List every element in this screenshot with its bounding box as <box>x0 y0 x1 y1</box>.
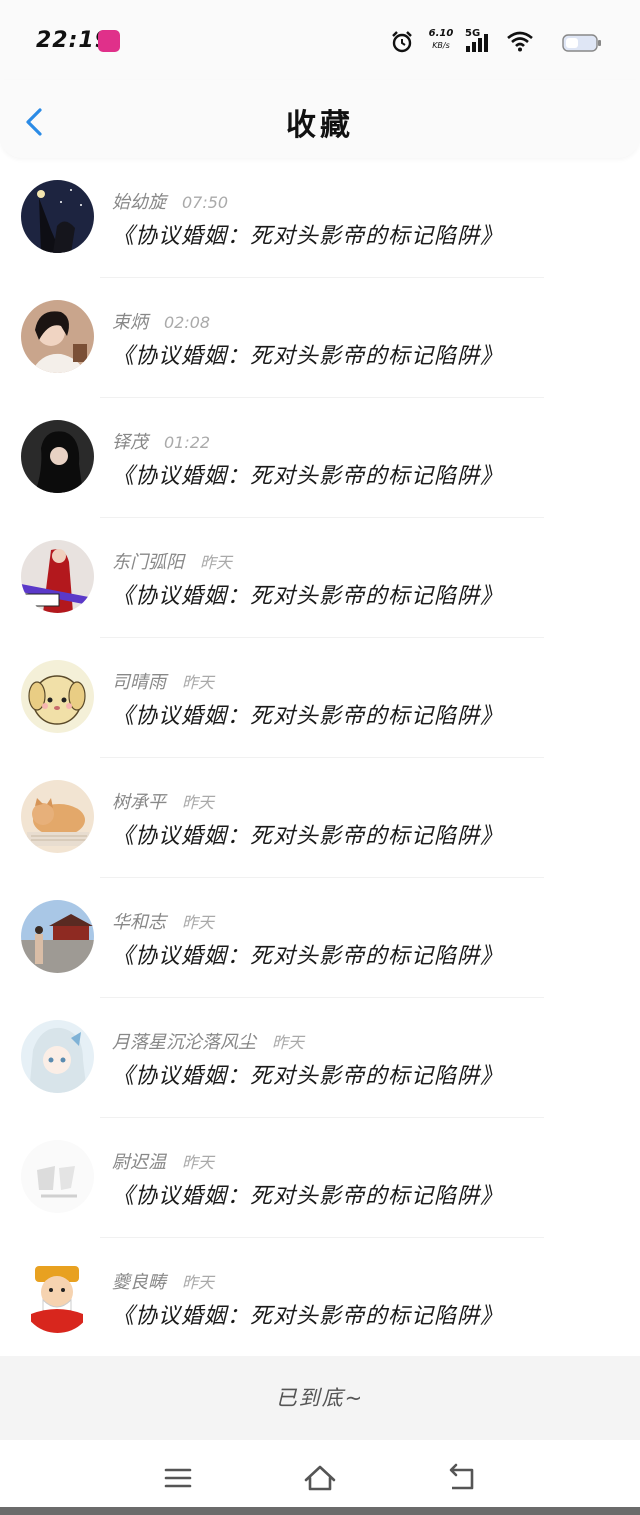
alarm-icon <box>392 31 412 53</box>
timestamp: 02:08 <box>164 313 211 332</box>
avatar <box>21 900 94 973</box>
meta-row: 月落星沉沦落风尘 昨天 <box>112 1028 305 1053</box>
list-item[interactable]: 司晴雨 昨天 《协议婚姻：死对头影帝的标记陷阱》 <box>0 638 640 758</box>
network-type: 5G <box>465 28 480 39</box>
book-title: 《协议婚姻：死对头影帝的标记陷阱》 <box>112 824 504 849</box>
sleeping-cat-icon <box>21 780 94 853</box>
list-item[interactable]: 月落星沉沦落风尘 昨天 《协议婚姻：死对头影帝的标记陷阱》 <box>0 998 640 1118</box>
nav-bar: 收藏 <box>0 80 640 158</box>
user-name: 月落星沉沦落风尘 <box>112 1032 256 1053</box>
list-item[interactable]: 树承平 昨天 《协议婚姻：死对头影帝的标记陷阱》 <box>0 758 640 878</box>
status-bar: 22:19 6.10 KB/s 5G <box>0 0 640 80</box>
avatar <box>21 1140 94 1213</box>
timestamp: 昨天 <box>182 1273 215 1292</box>
net-speed-unit: KB/s <box>432 41 450 50</box>
dark-hair-portrait-icon <box>21 420 94 493</box>
timestamp: 昨天 <box>182 913 215 932</box>
list-item[interactable]: 尉迟温 昨天 《协议婚姻：死对头影帝的标记陷阱》 <box>0 1118 640 1238</box>
meta-row: 夔良畴 昨天 <box>112 1268 215 1293</box>
timestamp: 昨天 <box>182 673 215 692</box>
avatar <box>21 180 94 253</box>
avatar <box>21 1260 94 1333</box>
meta-row: 树承平 昨天 <box>112 788 215 813</box>
meta-row: 铎茂 01:22 <box>112 428 211 453</box>
faded-sketch-icon <box>21 1140 94 1213</box>
wifi-icon <box>507 31 533 52</box>
user-name: 树承平 <box>112 792 166 813</box>
list-item[interactable]: 铎茂 01:22 《协议婚姻：死对头影帝的标记陷阱》 <box>0 398 640 518</box>
book-title: 《协议婚姻：死对头影帝的标记陷阱》 <box>112 584 504 609</box>
timestamp: 昨天 <box>200 553 233 572</box>
book-title: 《协议婚姻：死对头影帝的标记陷阱》 <box>112 344 504 369</box>
avatar <box>21 780 94 853</box>
girl-portrait-icon <box>21 300 94 373</box>
list-item[interactable]: 东门弧阳 昨天 《协议婚姻：死对头影帝的标记陷阱》 <box>0 518 640 638</box>
signal-icon: 5G <box>465 28 488 52</box>
anime-girl-icon <box>21 1020 94 1093</box>
net-speed-value: 6.10 <box>428 28 454 39</box>
timestamp: 01:22 <box>164 433 211 452</box>
list-item[interactable]: 夔良畴 昨天 《协议婚姻：死对头影帝的标记陷阱》 <box>0 1238 640 1358</box>
system-nav-bar <box>0 1440 640 1515</box>
back-icon <box>449 1463 474 1490</box>
meta-row: 尉迟温 昨天 <box>112 1148 215 1173</box>
timestamp: 07:50 <box>182 193 229 212</box>
book-title: 《协议婚姻：死对头影帝的标记陷阱》 <box>112 704 504 729</box>
night-sky-portrait-icon <box>21 180 94 253</box>
meta-row: 始幼旋 07:50 <box>112 188 229 213</box>
battery-icon <box>562 34 601 52</box>
avatar <box>21 540 94 613</box>
user-name: 束炳 <box>112 312 148 333</box>
timestamp: 昨天 <box>182 793 215 812</box>
meta-row: 华和志 昨天 <box>112 908 215 933</box>
home-indicator <box>0 1507 640 1515</box>
user-name: 始幼旋 <box>112 192 166 213</box>
list-item[interactable]: 束炳 02:08 《协议婚姻：死对头影帝的标记陷阱》 <box>0 278 640 398</box>
menu-button[interactable] <box>160 1462 196 1494</box>
avatar <box>21 420 94 493</box>
home-icon <box>304 1465 336 1491</box>
user-name: 夔良畴 <box>112 1272 166 1293</box>
palace-photo-icon <box>21 900 94 973</box>
user-name: 铎茂 <box>112 432 148 453</box>
meta-row: 束炳 02:08 <box>112 308 211 333</box>
book-title: 《协议婚姻：死对头影帝的标记陷阱》 <box>112 1184 504 1209</box>
timestamp: 昨天 <box>272 1033 305 1052</box>
red-dress-portrait-icon <box>21 540 94 613</box>
cartoon-dog-icon <box>21 660 94 733</box>
meta-row: 司晴雨 昨天 <box>112 668 215 693</box>
book-title: 《协议婚姻：死对头影帝的标记陷阱》 <box>112 464 504 489</box>
timestamp: 昨天 <box>182 1153 215 1172</box>
list-item[interactable]: 华和志 昨天 《协议婚姻：死对头影帝的标记陷阱》 <box>0 878 640 998</box>
book-title: 《协议婚姻：死对头影帝的标记陷阱》 <box>112 944 504 969</box>
fortune-god-cartoon-icon <box>21 1260 94 1333</box>
avatar <box>21 660 94 733</box>
meta-row: 东门弧阳 昨天 <box>112 548 233 573</box>
home-button[interactable] <box>302 1462 338 1494</box>
page-title: 收藏 <box>286 108 354 143</box>
avatar <box>21 300 94 373</box>
user-name: 尉迟温 <box>112 1152 166 1173</box>
back-nav-button[interactable] <box>444 1462 480 1494</box>
net-speed: 6.10 KB/s <box>424 28 458 52</box>
book-title: 《协议婚姻：死对头影帝的标记陷阱》 <box>112 1064 504 1089</box>
book-title: 《协议婚姻：死对头影帝的标记陷阱》 <box>112 1304 504 1329</box>
list-item[interactable]: 始幼旋 07:50 《协议婚姻：死对头影帝的标记陷阱》 <box>0 158 640 278</box>
book-title: 《协议婚姻：死对头影帝的标记陷阱》 <box>112 224 504 249</box>
user-name: 东门弧阳 <box>112 552 184 573</box>
app-badge-icon <box>98 30 120 52</box>
user-name: 华和志 <box>112 912 166 933</box>
menu-icon <box>164 1468 192 1488</box>
end-of-list-footer: 已到底~ <box>0 1356 640 1440</box>
user-name: 司晴雨 <box>112 672 166 693</box>
favorites-list: 始幼旋 07:50 《协议婚姻：死对头影帝的标记陷阱》 束炳 02:08 《协议婚姻… <box>0 158 640 1358</box>
avatar <box>21 1020 94 1093</box>
